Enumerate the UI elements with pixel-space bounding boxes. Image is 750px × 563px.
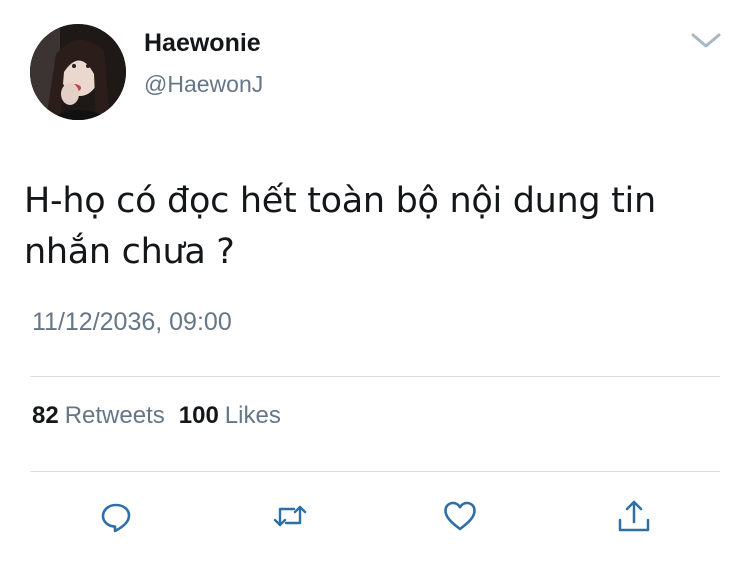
heart-icon — [444, 501, 476, 531]
tweet-text: H-họ có đọc hết toàn bộ nội dung tin nhắ… — [24, 181, 656, 272]
retweet-icon — [273, 505, 307, 527]
share-button[interactable] — [616, 498, 652, 534]
likes-count: 100 — [178, 402, 219, 429]
likes-label: Likes — [224, 402, 281, 429]
share-icon — [618, 500, 650, 532]
divider — [30, 471, 720, 472]
divider — [30, 376, 720, 377]
retweets-label: Retweets — [64, 402, 165, 429]
chevron-down-icon[interactable] — [688, 28, 724, 52]
user-handle[interactable]: @HaewonJ — [144, 71, 263, 98]
avatar[interactable] — [30, 24, 126, 120]
tweet-timestamp: 11/12/2036, 09:00 — [32, 308, 232, 336]
user-display-name[interactable]: Haewonie — [144, 29, 261, 58]
retweets-count: 82 — [32, 402, 59, 429]
tweet-stats: 82 Retweets 100 Likes — [32, 402, 281, 430]
likes-stat[interactable]: 100 Likes — [179, 402, 281, 430]
like-button[interactable] — [442, 498, 478, 534]
retweets-stat[interactable]: 82 Retweets — [32, 402, 165, 430]
retweet-button[interactable] — [272, 498, 308, 534]
reply-icon — [101, 503, 131, 533]
avatar-photo — [30, 24, 126, 120]
reply-button[interactable] — [98, 498, 134, 534]
